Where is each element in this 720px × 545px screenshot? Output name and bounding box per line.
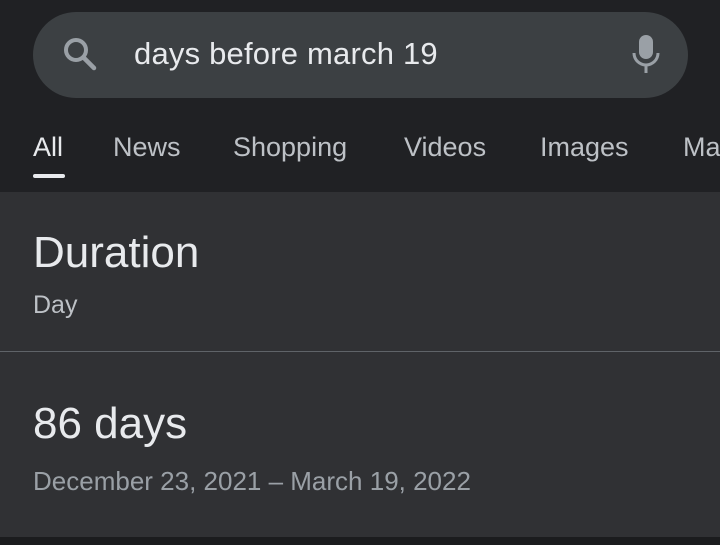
calculator-title: Duration: [33, 228, 200, 277]
tab-images[interactable]: Images: [540, 132, 629, 163]
header: days before march 19 All News Shopping V…: [0, 0, 720, 192]
mic-icon[interactable]: [630, 33, 662, 77]
date-range: December 23, 2021 – March 19, 2022: [33, 466, 471, 496]
active-tab-indicator: [33, 174, 65, 178]
unit-selector[interactable]: Day: [33, 291, 77, 320]
tab-news[interactable]: News: [113, 132, 181, 163]
result-value: 86 days: [33, 399, 188, 448]
search-icon[interactable]: [60, 34, 100, 74]
divider: [0, 351, 720, 352]
tab-videos[interactable]: Videos: [404, 132, 486, 163]
search-bar[interactable]: days before march 19: [33, 12, 688, 98]
search-input[interactable]: days before march 19: [134, 36, 438, 72]
bottom-divider: [0, 537, 720, 545]
tab-shopping[interactable]: Shopping: [233, 132, 347, 163]
tab-maps[interactable]: Ma: [683, 132, 720, 163]
search-tabs: All News Shopping Videos Images Ma: [0, 118, 720, 192]
tab-all[interactable]: All: [33, 132, 63, 163]
